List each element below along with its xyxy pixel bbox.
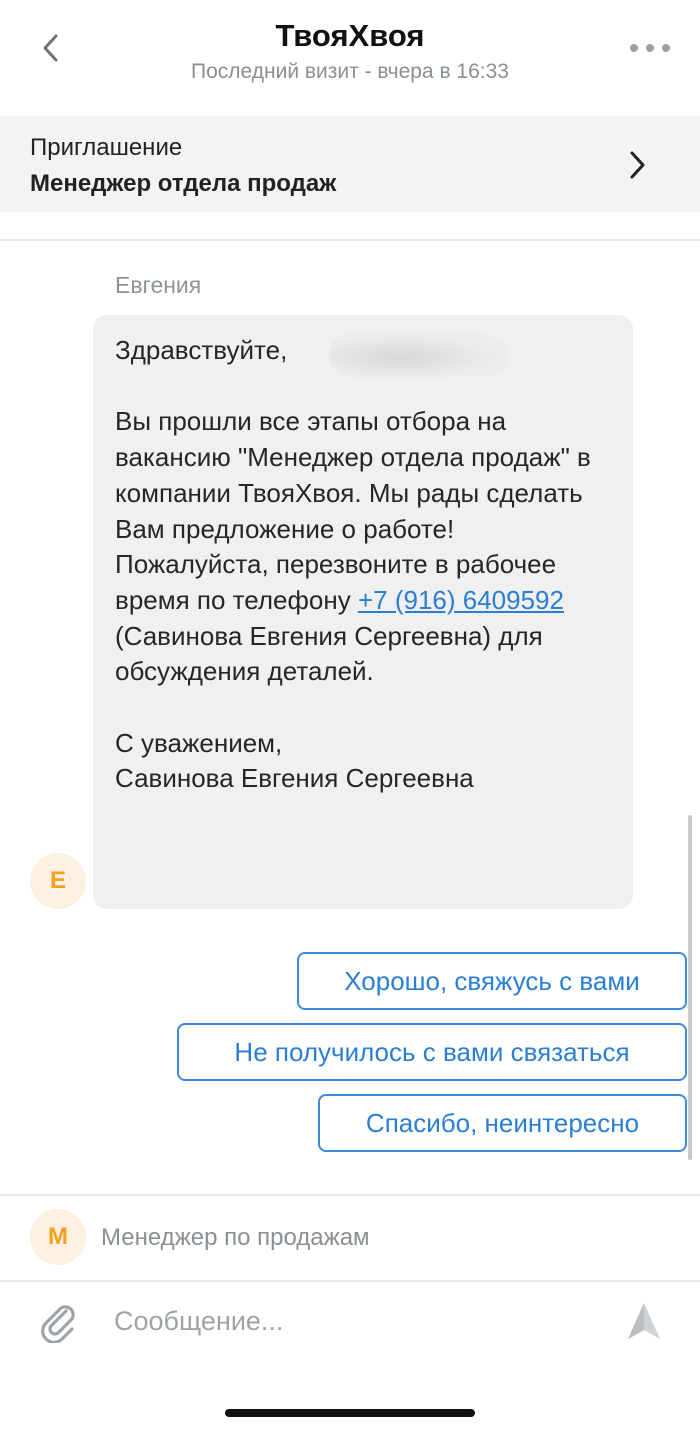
message-text: Здравствуйте, Вы прошли все этапы отбора… <box>115 333 611 797</box>
more-horizontal-icon <box>630 44 638 52</box>
more-horizontal-icon <box>662 44 670 52</box>
invitation-vacancy-title: Менеджер отдела продаж <box>30 170 337 197</box>
message-composer <box>0 1283 700 1363</box>
send-button[interactable] <box>624 1299 664 1343</box>
message-input[interactable] <box>114 1301 594 1341</box>
vacancy-row[interactable]: М Менеджер по продажам <box>0 1197 700 1281</box>
sender-avatar: Е <box>30 853 86 909</box>
chat-header: ТвояХвоя Последний визит - вчера в 16:33 <box>0 0 700 116</box>
send-icon <box>628 1303 660 1339</box>
divider <box>0 1194 700 1196</box>
phone-link[interactable]: +7 (916) 6409592 <box>358 585 564 615</box>
home-indicator <box>225 1409 475 1417</box>
message-body: Вы прошли все этапы отбора на вакансию "… <box>115 406 591 615</box>
chevron-right-icon <box>630 151 645 179</box>
quick-reply-will-contact[interactable]: Хорошо, свяжусь с вами <box>297 952 687 1010</box>
message-bubble: Здравствуйте, Вы прошли все этапы отбора… <box>93 315 633 909</box>
more-options-button[interactable] <box>630 38 670 58</box>
message-closing: С уважением, <box>115 727 283 758</box>
divider <box>0 239 700 241</box>
message-body-end: (Савинова Евгения Сергеевна) для обсужде… <box>115 620 543 687</box>
redacted-name-blur <box>329 333 509 377</box>
vacancy-avatar: М <box>30 1209 86 1265</box>
invitation-label: Приглашение <box>30 134 183 161</box>
scrollbar[interactable] <box>688 815 692 1160</box>
chat-title: ТвояХвоя <box>275 18 425 53</box>
attach-button[interactable] <box>36 1299 80 1344</box>
invitation-banner[interactable]: Приглашение Менеджер отдела продаж <box>0 116 700 212</box>
quick-reply-not-interested[interactable]: Спасибо, неинтересно <box>318 1094 687 1152</box>
vacancy-title: Менеджер по продажам <box>101 1224 370 1251</box>
paperclip-icon <box>41 1305 75 1344</box>
message-signature: Савинова Евгения Сергеевна <box>115 763 474 794</box>
avatar-letter: Е <box>49 867 66 894</box>
divider <box>0 1280 700 1282</box>
more-horizontal-icon <box>646 44 654 52</box>
quick-reply-could-not-reach[interactable]: Не получилось с вами связаться <box>177 1023 687 1081</box>
message-greeting: Здравствуйте, <box>115 335 288 365</box>
avatar-letter: М <box>48 1223 68 1250</box>
message-sender-name: Евгения <box>115 272 202 298</box>
last-seen-status: Последний визит - вчера в 16:33 <box>191 60 509 83</box>
